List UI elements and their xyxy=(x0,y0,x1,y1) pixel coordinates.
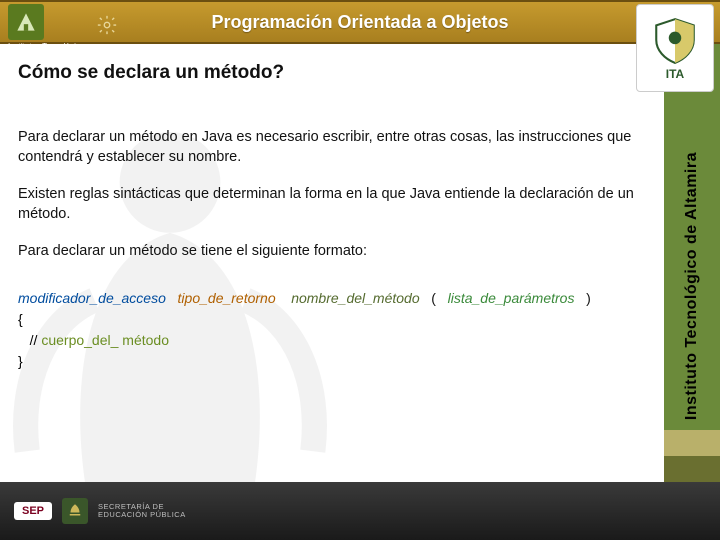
token-comment-slashes: // xyxy=(18,332,41,348)
token-modifier: modificador_de_acceso xyxy=(18,290,166,306)
token-close-brace: } xyxy=(18,351,644,372)
footer-ministry-text: SECRETARÍA DE EDUCACIÓN PÚBLICA xyxy=(98,503,186,520)
sidebar-khaki-block xyxy=(664,430,720,456)
token-method-name: nombre_del_método xyxy=(291,290,419,306)
ita-abbrev: ITA xyxy=(666,67,684,81)
token-params: lista_de_parámetros xyxy=(448,290,575,306)
sidebar-text: Instituto Tecnológico de Altamira xyxy=(683,152,701,420)
token-rparen: ) xyxy=(586,290,591,306)
paragraph-2: Existen reglas sintácticas que determina… xyxy=(18,185,644,224)
footer-sep-logo: SEP xyxy=(14,502,52,520)
footer-line2: EDUCACIÓN PÚBLICA xyxy=(98,511,186,519)
paragraph-3: Para declarar un método se tiene el sigu… xyxy=(18,242,644,262)
method-syntax: modificador_de_acceso tipo_de_retorno no… xyxy=(18,288,644,372)
sidebar-olive-block xyxy=(664,456,720,482)
eagle-icon xyxy=(62,498,88,524)
gear-icon xyxy=(96,14,118,41)
footer-bar: SEP SECRETARÍA DE EDUCACIÓN PÚBLICA xyxy=(0,482,720,540)
header-title: Programación Orientada a Objetos xyxy=(211,12,508,33)
header-left-logos: Institutos Tecnológicos xyxy=(8,4,118,51)
slide-body: Para declarar un método en Java es neces… xyxy=(0,110,662,372)
slide-subtitle: Cómo se declara un método? xyxy=(18,62,720,84)
token-return-type: tipo_de_retorno xyxy=(178,290,276,306)
ita-shield: ITA xyxy=(636,4,714,92)
token-body-comment: cuerpo_del_ método xyxy=(41,332,169,348)
right-sidebar: Instituto Tecnológico de Altamira xyxy=(664,44,720,482)
token-lparen: ( xyxy=(431,290,436,306)
institutos-label: Institutos Tecnológicos xyxy=(8,42,88,51)
paragraph-1: Para declarar un método en Java es neces… xyxy=(18,128,644,167)
token-open-brace: { xyxy=(18,309,644,330)
sidebar-green: Instituto Tecnológico de Altamira xyxy=(664,44,720,430)
header-bar: Institutos Tecnológicos Programación Ori… xyxy=(0,0,720,44)
sep-green-logo: Institutos Tecnológicos xyxy=(8,4,88,51)
